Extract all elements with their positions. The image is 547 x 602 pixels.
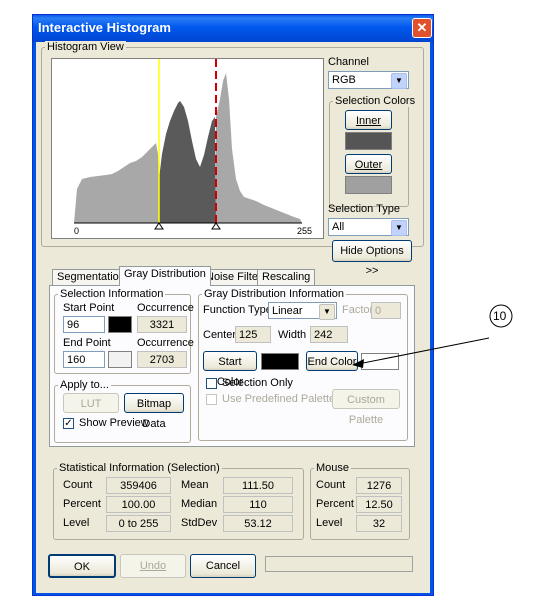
callout-arrow-line	[357, 337, 490, 365]
callout-number: 10	[493, 309, 507, 323]
callout-svg	[352, 304, 513, 368]
callout-arrowhead	[352, 359, 364, 368]
tab-gray-distribution[interactable]: Gray Distribution	[119, 266, 211, 286]
tab-label: Gray Distribution	[124, 268, 206, 280]
